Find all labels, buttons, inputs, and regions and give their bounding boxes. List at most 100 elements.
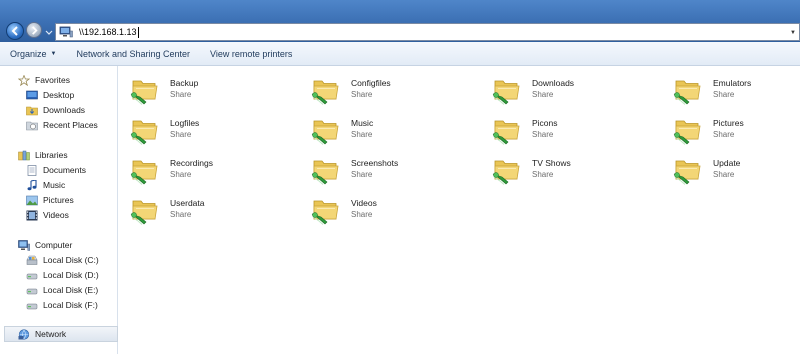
film-icon: [26, 210, 38, 221]
title-bar: \\192.168.1.13 ▼: [0, 0, 800, 42]
network-sharing-center-label: Network and Sharing Center: [76, 48, 191, 59]
forward-button[interactable]: [26, 22, 42, 38]
navigation-pane: Favorites Desktop Downloads Recent Place…: [0, 66, 118, 354]
nav-favorites[interactable]: Favorites: [17, 73, 70, 87]
network-icon: [18, 328, 30, 340]
shared-folder-icon: [311, 195, 341, 225]
chevron-down-icon: [45, 30, 53, 35]
nav-libraries-label: Libraries: [35, 150, 68, 160]
file-list: Backup Share Configfiles Share Downloads Shar…: [118, 66, 800, 354]
network-sharing-center-button[interactable]: Network and Sharing Center: [76, 49, 190, 59]
nav-item-recent-places[interactable]: Recent Places: [26, 118, 98, 132]
nav-item-local-disk-d-label: Local Disk (D:): [43, 270, 99, 280]
view-remote-printers-label: View remote printers: [210, 48, 293, 59]
hard-disk-icon: [26, 270, 38, 281]
address-dropdown-icon[interactable]: ▼: [790, 30, 796, 36]
nav-item-music[interactable]: Music: [26, 178, 65, 192]
share-folder-name: Music: [351, 118, 374, 128]
nav-computer[interactable]: Computer: [18, 238, 72, 252]
share-folder-type: Share: [532, 90, 554, 99]
share-folder-item[interactable]: Pictures Share: [661, 111, 800, 145]
nav-item-desktop-label: Desktop: [43, 90, 75, 100]
hard-disk-icon: [26, 285, 38, 296]
nav-item-local-disk-c-label: Local Disk (C:): [43, 255, 99, 265]
share-folder-item[interactable]: Picons Share: [480, 111, 650, 145]
share-folder-type: Share: [532, 130, 554, 139]
text-caret: [137, 26, 139, 38]
share-folder-name: Emulators: [713, 78, 752, 88]
nav-item-local-disk-f[interactable]: Local Disk (F:): [26, 298, 98, 312]
share-folder-type: Share: [170, 170, 192, 179]
nav-item-local-disk-e-label: Local Disk (E:): [43, 285, 99, 295]
share-folder-item[interactable]: Music Share: [299, 111, 469, 145]
nav-item-recent-places-label: Recent Places: [43, 120, 98, 130]
address-bar[interactable]: \\192.168.1.13 ▼: [55, 23, 800, 41]
share-folder-name: Downloads: [532, 78, 575, 88]
view-remote-printers-button[interactable]: View remote printers: [210, 49, 292, 59]
organize-label: Organize: [10, 48, 47, 59]
shared-folder-icon: [492, 155, 522, 185]
share-folder-item[interactable]: Configfiles Share: [299, 71, 469, 105]
command-bar: Organize ▼ Network and Sharing Center Vi…: [0, 42, 800, 66]
share-folder-item[interactable]: Recordings Share: [118, 151, 288, 185]
nav-item-downloads-label: Downloads: [43, 105, 86, 115]
nav-item-local-disk-d[interactable]: Local Disk (D:): [26, 268, 99, 282]
address-path[interactable]: \\192.168.1.13: [79, 27, 137, 37]
share-folder-name: Logfiles: [170, 118, 200, 128]
shared-folder-icon: [130, 75, 160, 105]
share-folder-item[interactable]: Update Share: [661, 151, 800, 185]
share-folder-name: TV Shows: [532, 158, 571, 168]
back-arrow-icon: [11, 26, 18, 36]
nav-item-desktop[interactable]: Desktop: [26, 88, 74, 102]
shared-folder-icon: [492, 75, 522, 105]
share-folder-type: Share: [713, 170, 735, 179]
share-folder-item[interactable]: Videos Share: [299, 191, 469, 225]
share-folder-type: Share: [170, 90, 192, 99]
share-folder-name: Backup: [170, 78, 199, 88]
documents-icon: [26, 164, 38, 176]
organize-button[interactable]: Organize ▼: [10, 49, 56, 59]
shared-folder-icon: [673, 75, 703, 105]
nav-favorites-label: Favorites: [35, 75, 70, 85]
music-note-icon: [26, 178, 38, 191]
nav-item-pictures[interactable]: Pictures: [26, 193, 74, 207]
recent-pages-dropdown[interactable]: [45, 28, 53, 35]
share-folder-item[interactable]: Screenshots Share: [299, 151, 469, 185]
nav-network[interactable]: Network: [4, 326, 118, 342]
shared-folder-icon: [311, 155, 341, 185]
nav-network-label: Network: [35, 329, 67, 339]
back-button[interactable]: [6, 22, 24, 40]
nav-item-local-disk-c[interactable]: Local Disk (C:): [26, 253, 99, 267]
nav-libraries[interactable]: Libraries: [18, 148, 68, 162]
nav-item-documents[interactable]: Documents: [26, 163, 86, 177]
shared-folder-icon: [673, 115, 703, 145]
share-folder-type: Share: [351, 90, 373, 99]
hard-disk-icon: [26, 255, 38, 266]
pictures-icon: [26, 195, 38, 206]
nav-item-local-disk-e[interactable]: Local Disk (E:): [26, 283, 98, 297]
share-folder-item[interactable]: Downloads Share: [480, 71, 650, 105]
shared-folder-icon: [492, 115, 522, 145]
share-folder-type: Share: [351, 210, 373, 219]
share-folder-item[interactable]: TV Shows Share: [480, 151, 650, 185]
nav-item-downloads[interactable]: Downloads: [26, 103, 85, 117]
share-folder-name: Configfiles: [351, 78, 391, 88]
share-folder-item[interactable]: Emulators Share: [661, 71, 800, 105]
shared-folder-icon: [311, 75, 341, 105]
nav-item-pictures-label: Pictures: [43, 195, 74, 205]
share-folder-type: Share: [351, 130, 373, 139]
nav-item-music-label: Music: [43, 180, 66, 190]
chevron-down-icon: ▼: [50, 50, 57, 57]
share-folder-type: Share: [170, 130, 192, 139]
desktop-icon: [26, 90, 38, 101]
nav-item-documents-label: Documents: [43, 165, 86, 175]
nav-computer-label: Computer: [35, 240, 73, 250]
share-folder-type: Share: [351, 170, 373, 179]
recent-places-icon: [26, 120, 38, 131]
share-folder-item[interactable]: Userdata Share: [118, 191, 288, 225]
share-folder-type: Share: [713, 90, 735, 99]
nav-item-videos[interactable]: Videos: [26, 208, 69, 222]
share-folder-item[interactable]: Backup Share: [118, 71, 288, 105]
network-computer-icon: [59, 26, 73, 38]
share-folder-item[interactable]: Logfiles Share: [118, 111, 288, 145]
